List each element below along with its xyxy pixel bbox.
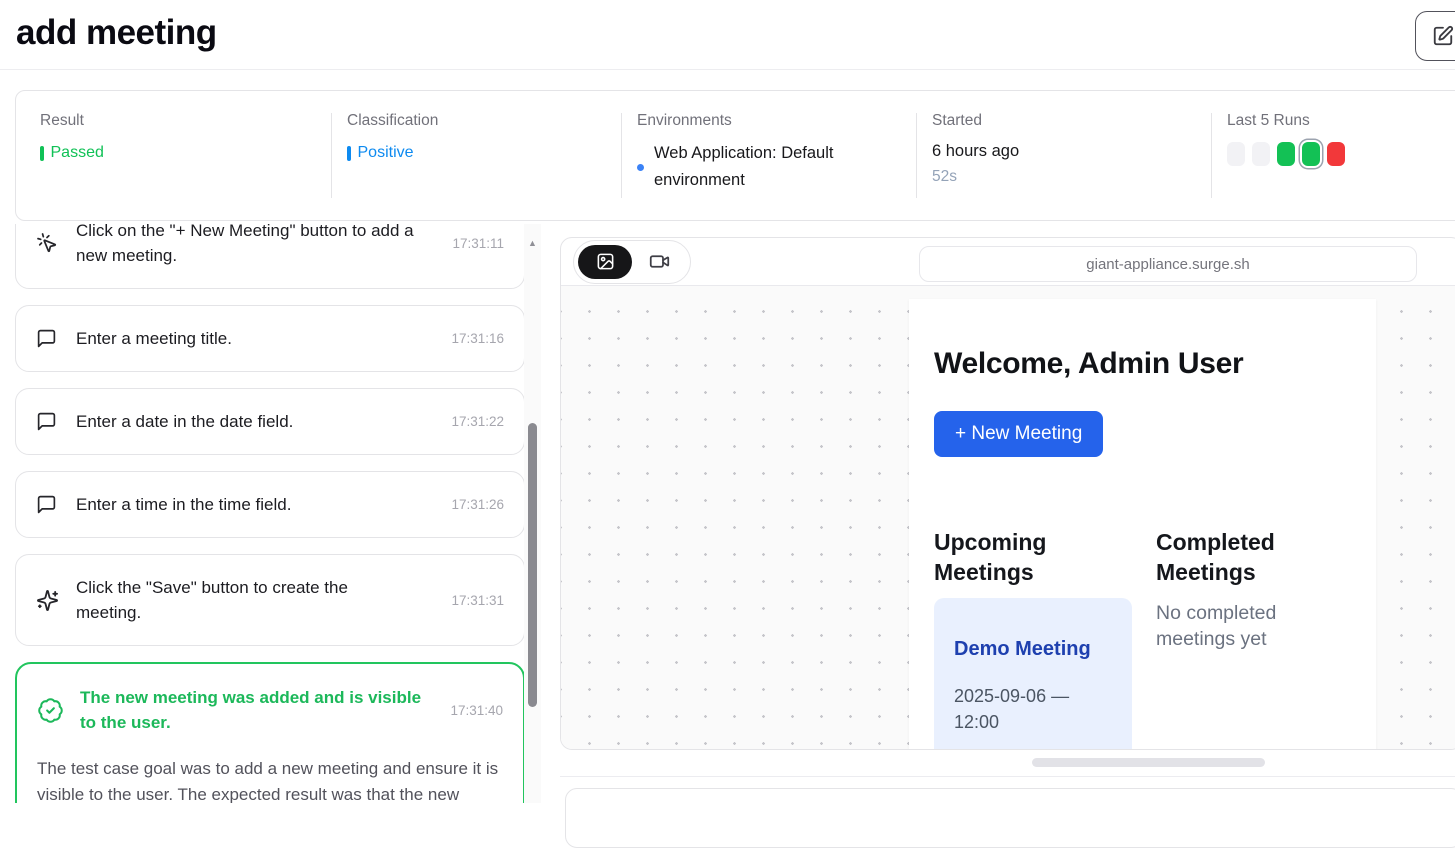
stat-started: Started 6 hours ago 52s xyxy=(916,91,1211,220)
run-summary-bar: Result Passed Classification Positive En… xyxy=(15,90,1455,221)
page-header: add meeting xyxy=(0,0,1455,70)
last-runs-label: Last 5 Runs xyxy=(1227,112,1455,130)
badge-check-icon xyxy=(37,697,64,724)
last-runs-squares xyxy=(1227,142,1455,166)
step-time: 17:31:26 xyxy=(451,497,504,512)
preview-mode-toggle xyxy=(573,240,691,284)
run-indicator-failed[interactable] xyxy=(1327,142,1345,166)
stat-classification: Classification Positive xyxy=(331,91,621,220)
completed-meetings-heading: Completed Meetings xyxy=(1156,527,1316,587)
completed-empty-text: No completed meetings yet xyxy=(1156,600,1328,652)
preview-viewport: Welcome, Admin User + New Meeting Upcomi… xyxy=(561,286,1455,749)
steps-scrollbar: ▲ xyxy=(524,224,541,803)
step-time: 17:31:22 xyxy=(451,414,504,429)
step-text: Enter a time in the time field. xyxy=(76,492,291,517)
run-indicator-empty[interactable] xyxy=(1227,142,1245,166)
classification-status-tick xyxy=(347,146,351,161)
run-indicator-empty[interactable] xyxy=(1252,142,1270,166)
screenshot-mode-button[interactable] xyxy=(578,245,632,279)
classification-label: Classification xyxy=(347,112,621,130)
stat-last-runs: Last 5 Runs xyxy=(1211,91,1455,220)
result-value: Passed xyxy=(51,144,104,162)
preview-horizontal-scrollbar-thumb[interactable] xyxy=(1032,758,1265,767)
video-mode-button[interactable] xyxy=(632,245,686,279)
environments-label: Environments xyxy=(637,112,916,130)
new-meeting-button: + New Meeting xyxy=(934,411,1103,457)
step-time: 17:31:31 xyxy=(451,593,504,608)
preview-panel: giant-appliance.surge.sh Welcome, Admin … xyxy=(560,237,1455,750)
meeting-title: Demo Meeting xyxy=(954,638,1112,661)
image-icon xyxy=(596,252,615,271)
step-text: Enter a date in the date field. xyxy=(76,409,293,434)
meeting-card: Demo Meeting 2025-09-06 — 12:00 xyxy=(934,598,1132,750)
preview-toolbar: giant-appliance.surge.sh xyxy=(561,238,1455,286)
step-card[interactable]: Click on the "+ New Meeting" button to a… xyxy=(15,224,525,289)
run-duration: 52s xyxy=(932,168,1211,186)
message-square-icon xyxy=(36,411,60,432)
started-value: 6 hours ago xyxy=(932,142,1211,161)
meeting-edit-pill xyxy=(954,749,1004,750)
sparkles-icon xyxy=(36,589,60,612)
meeting-datetime: 2025-09-06 — 12:00 xyxy=(954,683,1099,735)
step-card[interactable]: Enter a time in the time field. 17:31:26 xyxy=(15,471,525,538)
message-square-icon xyxy=(36,494,60,515)
edit-icon xyxy=(1432,25,1454,47)
bottom-divider xyxy=(560,776,1455,777)
next-section-card xyxy=(565,788,1455,848)
app-welcome-heading: Welcome, Admin User xyxy=(934,347,1243,381)
scroll-up-arrow-icon[interactable]: ▲ xyxy=(524,238,541,248)
step-card[interactable]: Click the "Save" button to create the me… xyxy=(15,554,525,646)
steps-list: Click on the "+ New Meeting" button to a… xyxy=(15,224,525,803)
verification-card[interactable]: The new meeting was added and is visible… xyxy=(15,662,525,803)
app-screenshot: Welcome, Admin User + New Meeting Upcomi… xyxy=(909,299,1376,750)
video-icon xyxy=(649,251,670,272)
step-time: 17:31:11 xyxy=(452,236,504,251)
run-indicator-passed[interactable] xyxy=(1302,142,1320,166)
verification-time: 17:31:40 xyxy=(450,703,503,718)
step-time: 17:31:16 xyxy=(451,331,504,346)
started-label: Started xyxy=(932,112,1211,130)
edit-button[interactable] xyxy=(1415,11,1455,61)
step-card[interactable]: Enter a date in the date field. 17:31:22 xyxy=(15,388,525,455)
meeting-actions xyxy=(954,749,1112,750)
meeting-delete-pill xyxy=(1017,749,1089,750)
steps-panel: Click on the "+ New Meeting" button to a… xyxy=(15,224,525,803)
step-text: Enter a meeting title. xyxy=(76,326,232,351)
upcoming-meetings-heading: Upcoming Meetings xyxy=(934,527,1079,587)
classification-value: Positive xyxy=(358,144,414,162)
stat-environments: Environments Web Application: Default en… xyxy=(621,91,916,220)
page-title: add meeting xyxy=(16,13,217,53)
environments-value: Web Application: Default environment xyxy=(654,140,875,194)
step-text: Click on the "+ New Meeting" button to a… xyxy=(76,224,436,268)
result-label: Result xyxy=(40,112,331,130)
result-status-tick xyxy=(40,146,44,161)
stat-result: Result Passed xyxy=(16,91,331,220)
preview-url: giant-appliance.surge.sh xyxy=(1086,256,1249,273)
mouse-pointer-click-icon xyxy=(36,232,60,254)
preview-url-bar[interactable]: giant-appliance.surge.sh xyxy=(919,246,1417,282)
step-text: Click the "Save" button to create the me… xyxy=(76,575,406,625)
verification-text: The new meeting was added and is visible… xyxy=(80,685,425,735)
steps-scrollbar-thumb[interactable] xyxy=(528,423,537,707)
run-indicator-passed[interactable] xyxy=(1277,142,1295,166)
message-square-icon xyxy=(36,328,60,349)
environment-dot-icon xyxy=(637,164,644,171)
verification-detail: The test case goal was to add a new meet… xyxy=(37,756,503,803)
step-card[interactable]: Enter a meeting title. 17:31:16 xyxy=(15,305,525,372)
